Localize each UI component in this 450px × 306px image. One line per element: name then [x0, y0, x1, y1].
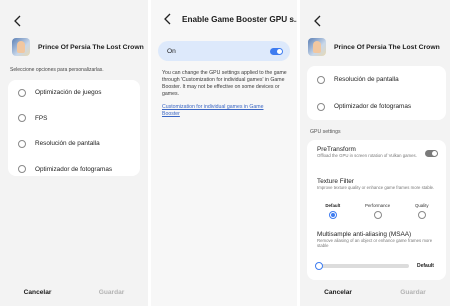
option-fps[interactable]: FPS	[8, 106, 140, 132]
options-hint: Seleccione opciones para personalizarlas…	[10, 67, 104, 73]
radio-button[interactable]	[18, 139, 26, 148]
radio-button[interactable]	[417, 211, 426, 219]
option-game-optimization[interactable]: Optimización de juegos	[8, 80, 140, 106]
option-label: FPS	[35, 114, 48, 122]
choice-default[interactable]: Default	[325, 203, 340, 219]
master-switch[interactable]	[270, 47, 283, 55]
choice-label: Quality	[414, 203, 429, 208]
options-list: Optimización de juegos FPS Resolución de…	[8, 80, 140, 176]
option-label: Optimizador de fotogramas	[35, 165, 113, 173]
radio-button[interactable]	[373, 211, 382, 219]
game-options-panel: Prince Of Persia The Lost Crown Seleccio…	[0, 0, 148, 306]
setting-title: PreTransform	[317, 146, 356, 153]
pretransform-setting[interactable]: PreTransform Offload the GPU in screen r…	[317, 146, 437, 158]
toggle-label: On	[167, 47, 176, 55]
game-title: Prince Of Persia The Lost Crown	[38, 43, 144, 51]
radio-button[interactable]	[317, 75, 325, 84]
pretransform-switch[interactable]	[425, 150, 438, 157]
option-label: Optimización de juegos	[35, 89, 102, 97]
footer-actions: Cancelar Guardar	[300, 289, 450, 296]
back-arrow-icon[interactable]	[163, 13, 172, 25]
setting-subtitle: Offload the GPU in screen rotation of Vu…	[317, 153, 417, 158]
setting-title: Multisample anti-aliasing (MSAA)	[317, 231, 412, 238]
option-label: Resolución de pantalla	[35, 140, 100, 148]
setting-title: Texture Filter	[317, 178, 354, 185]
choice-performance[interactable]: Performance	[365, 203, 390, 219]
texture-filter-setting: Texture Filter Improve texture quality o…	[317, 178, 437, 190]
game-header: Prince Of Persia The Lost Crown	[308, 38, 440, 56]
game-icon	[308, 38, 326, 56]
radio-button[interactable]	[328, 211, 337, 219]
slider-value: Default	[417, 263, 434, 269]
choice-label: Default	[325, 203, 341, 208]
option-label: Resolución de pantalla	[334, 76, 399, 83]
msaa-setting: Multisample anti-aliasing (MSAA) Remove …	[317, 231, 437, 249]
game-title: Prince Of Persia The Lost Crown	[334, 43, 440, 51]
radio-button[interactable]	[18, 165, 26, 174]
radio-button[interactable]	[18, 88, 26, 97]
footer-actions: Cancelar Guardar	[0, 289, 148, 296]
option-screen-resolution[interactable]: Resolución de pantalla	[8, 131, 140, 157]
setting-subtitle: Remove aliasing of an object or enhance …	[317, 238, 433, 249]
gpu-settings-card: PreTransform Offload the GPU in screen r…	[307, 140, 446, 280]
game-icon	[12, 38, 30, 56]
radio-button[interactable]	[317, 102, 325, 111]
option-frame-optimizer[interactable]: Optimizador de fotogramas	[8, 157, 140, 183]
cancel-button[interactable]: Cancelar	[24, 289, 52, 296]
radio-button[interactable]	[18, 114, 26, 123]
option-frame-optimizer[interactable]: Optimizador de fotogramas	[307, 93, 446, 120]
page-title: Enable Game Booster GPU s...	[182, 14, 297, 24]
description-text: You can change the GPU settings applied …	[162, 70, 287, 97]
choice-quality[interactable]: Quality	[415, 203, 429, 219]
game-gpu-settings-panel: Prince Of Persia The Lost Crown Resoluci…	[300, 0, 450, 306]
game-header: Prince Of Persia The Lost Crown	[12, 38, 144, 56]
setting-subtitle: Improve texture quality or enhance game …	[317, 185, 435, 190]
save-button[interactable]: Guardar	[400, 289, 426, 296]
slider-thumb[interactable]	[315, 261, 323, 270]
option-screen-resolution[interactable]: Resolución de pantalla	[307, 66, 446, 93]
choice-label: Performance	[365, 203, 391, 208]
back-arrow-icon[interactable]	[313, 15, 322, 27]
page-header: Enable Game Booster GPU s...	[163, 13, 297, 25]
options-list: Resolución de pantalla Optimizador de fo…	[307, 66, 446, 120]
customization-link[interactable]: Customization for individual games in Ga…	[162, 104, 272, 117]
msaa-slider[interactable]: Default	[315, 261, 443, 270]
section-label: GPU settings	[310, 129, 341, 135]
slider-track[interactable]	[315, 261, 409, 270]
master-toggle-bar[interactable]: On	[158, 41, 290, 61]
option-label: Optimizador de fotogramas	[334, 103, 412, 110]
texture-filter-options: Default Performance Quality	[313, 203, 441, 219]
back-arrow-icon[interactable]	[13, 15, 22, 27]
cancel-button[interactable]: Cancelar	[324, 289, 352, 296]
save-button[interactable]: Guardar	[99, 289, 125, 296]
gpu-settings-panel: Enable Game Booster GPU s... On You can …	[151, 0, 297, 306]
